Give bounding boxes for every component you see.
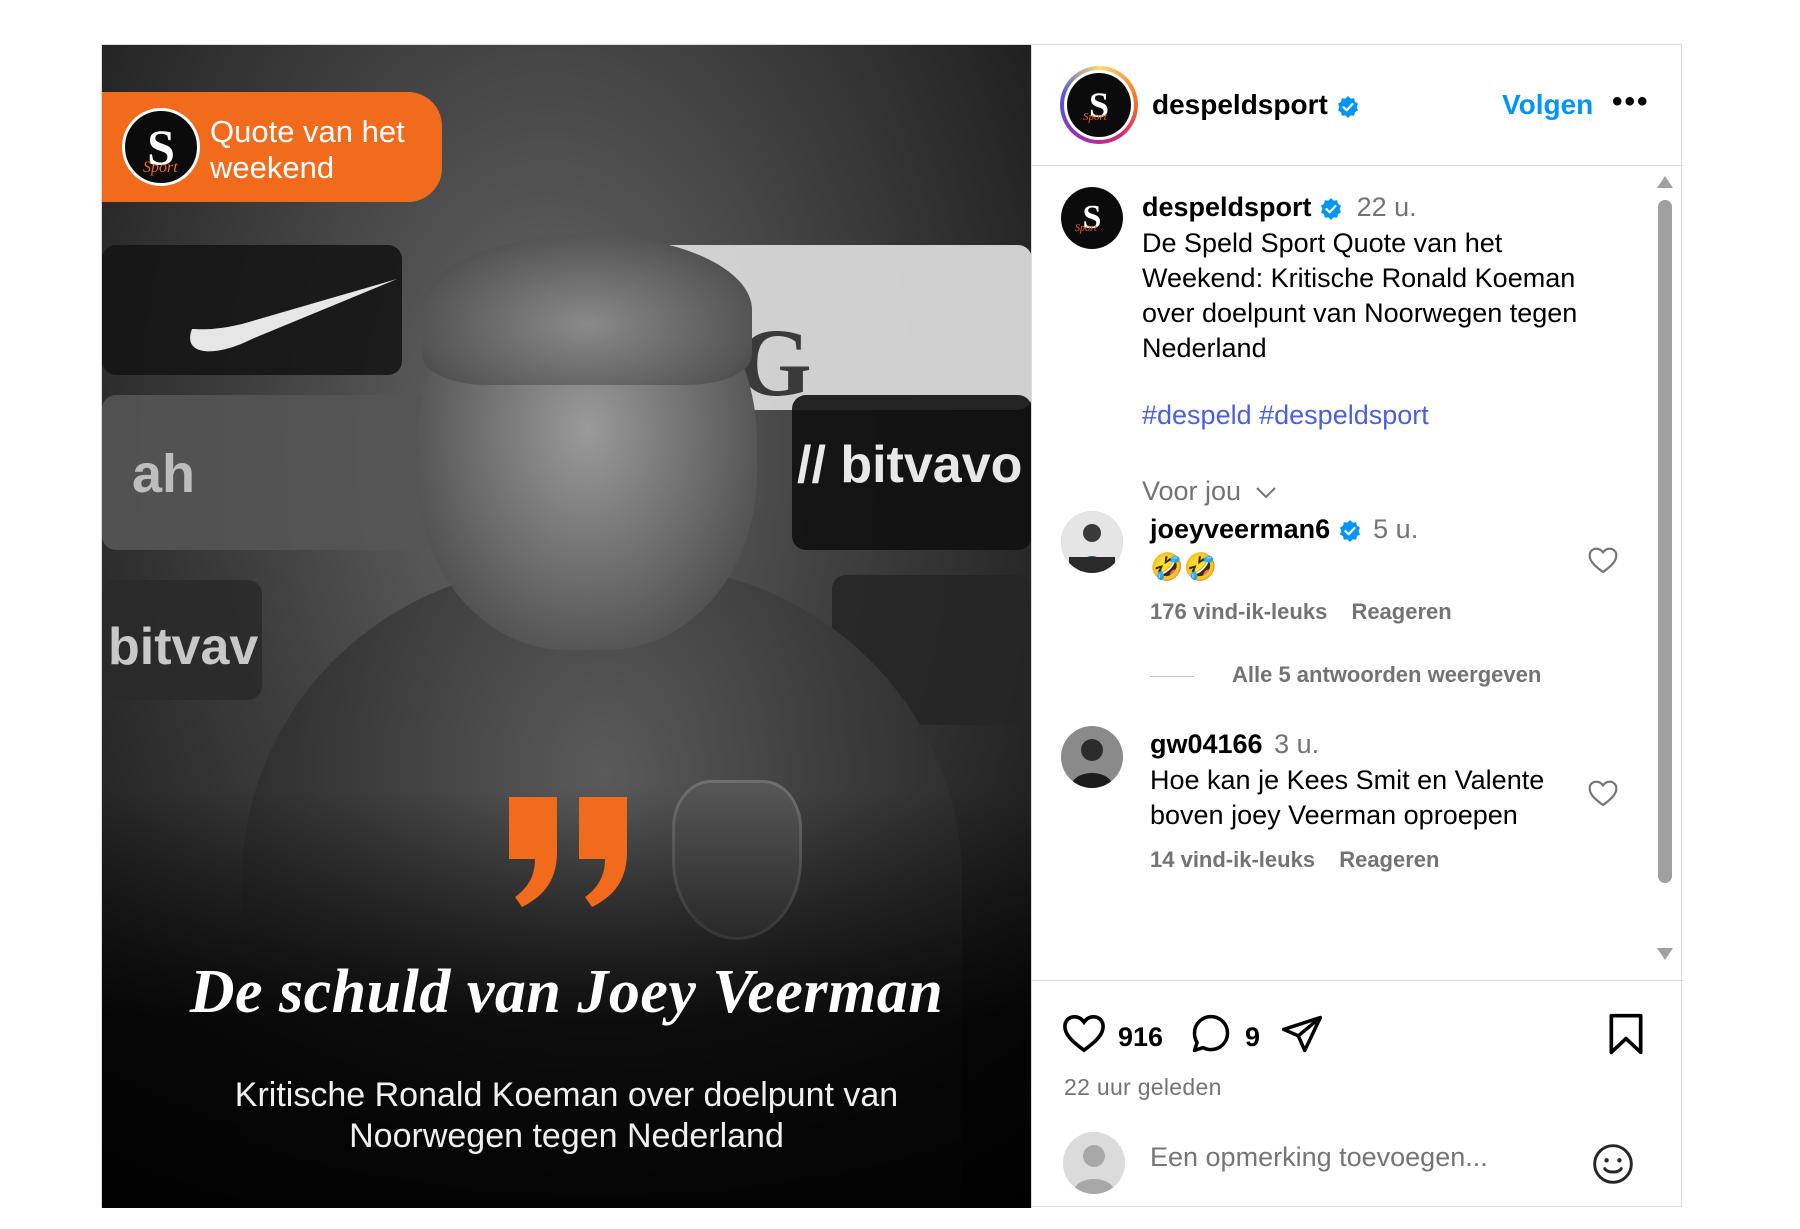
badge-text-line1: Quote van het (210, 114, 405, 149)
default-user-icon (1063, 1132, 1125, 1194)
verified-badge-icon (1337, 95, 1358, 118)
replies-line (1150, 675, 1194, 677)
sort-dropdown-label: Voor jou (1142, 476, 1242, 506)
caption-header: despeldsport 22 u. (1142, 192, 1417, 223)
post-timestamp: 22 uur geleden (1064, 1074, 1222, 1100)
more-options-button[interactable]: ••• (1612, 85, 1650, 119)
comment-text: Hoe kan je Kees Smit en Valente boven jo… (1150, 765, 1545, 830)
quote-badge: S Sport Quote van het weekend (102, 92, 442, 202)
sponsor-bitvavo-partial-text: bitvav (108, 618, 259, 676)
nike-swoosh-icon (190, 279, 397, 352)
comment-username[interactable]: gw04166 (1150, 729, 1263, 759)
person-hair (422, 235, 752, 385)
caption-avatar-script: Sport (1075, 223, 1097, 234)
avatar-photo (1061, 726, 1123, 788)
caption-avatar[interactable]: S Sport (1061, 187, 1123, 249)
verified-badge-icon (1339, 519, 1360, 542)
heart-icon[interactable] (1587, 545, 1619, 575)
caption-avatar-logo: S Sport (1061, 187, 1123, 249)
author-avatar-script: Sport (1083, 111, 1107, 123)
add-comment-input[interactable] (1150, 1142, 1560, 1173)
instagram-post: G ah // bitvavo bitvav S Sport Quote van… (101, 44, 1684, 1208)
reply-button[interactable]: Reageren (1351, 599, 1451, 624)
caption-username[interactable]: despeldsport (1142, 192, 1312, 222)
post-actions: 916 9 22 uur geleden (1032, 982, 1684, 1112)
commenter-avatar[interactable] (1061, 511, 1123, 573)
post-image[interactable]: G ah // bitvavo bitvav S Sport Quote van… (102, 45, 1031, 1208)
comments-section[interactable]: S Sport despeldsport 22 u. De Speld Spor… (1032, 166, 1684, 981)
comment-bubble-icon[interactable] (1189, 1012, 1233, 1056)
view-replies-label: Alle 5 antwoorden weergeven (1232, 662, 1542, 687)
scroll-down-arrow[interactable] (1657, 948, 1673, 960)
add-comment-bar (1032, 1112, 1684, 1208)
author-avatar: S Sport (1067, 73, 1131, 137)
quote-headline: De schuld van Joey Veerman (189, 958, 944, 1026)
sort-dropdown[interactable]: Voor jou (1142, 476, 1277, 507)
hashtag-despeld[interactable]: #despeld (1142, 400, 1252, 430)
comment-username[interactable]: joeyveerman6 (1150, 514, 1330, 544)
comment-header: joeyveerman6 5 u. (1150, 514, 1418, 545)
logo-script: Sport (143, 159, 178, 176)
author-username-text: despeldsport (1152, 89, 1328, 120)
badge-text: Quote van het weekend (210, 114, 405, 186)
caption-time: 22 u. (1356, 192, 1417, 222)
comment-time: 3 u. (1274, 729, 1320, 759)
bookmark-icon[interactable] (1607, 1012, 1645, 1056)
like-count[interactable]: 916 (1118, 1022, 1163, 1053)
hashtag-despeldsport[interactable]: #despeldsport (1259, 400, 1429, 430)
caption-text: De Speld Sport Quote van het Weekend: Kr… (1142, 228, 1578, 363)
follow-button[interactable]: Volgen (1502, 89, 1593, 121)
comment-likes[interactable]: 14 vind-ik-leuks (1150, 847, 1315, 872)
comment-meta: 14 vind-ik-leuks Reageren (1150, 847, 1439, 873)
emoji-icon[interactable] (1591, 1142, 1635, 1186)
like-heart-icon[interactable] (1061, 1012, 1107, 1054)
scroll-up-arrow[interactable] (1657, 176, 1673, 188)
heart-icon[interactable] (1587, 778, 1619, 808)
comment-time: 5 u. (1373, 514, 1419, 544)
post-sidebar: S Sport despeldsport Volgen ••• S Sport … (1031, 45, 1684, 1208)
comment-text: 🤣🤣 (1150, 552, 1218, 582)
view-replies-button[interactable]: Alle 5 antwoorden weergeven (1150, 662, 1541, 688)
current-user-avatar (1063, 1132, 1125, 1194)
post-header: S Sport despeldsport Volgen ••• (1032, 45, 1684, 166)
comment-meta: 176 vind-ik-leuks Reageren (1150, 599, 1452, 625)
comment-header: gw04166 3 u. (1150, 729, 1319, 760)
comment-likes[interactable]: 176 vind-ik-leuks (1150, 599, 1327, 624)
despeld-logo: S Sport (122, 108, 200, 186)
sponsor-bitvavo-text: // bitvavo (797, 436, 1023, 494)
sponsor-bitvavo-label: bitvavo (840, 436, 1023, 494)
chevron-down-icon (1255, 487, 1276, 499)
caption-hashtags: #despeld #despeldsport (1142, 400, 1429, 431)
sponsor-ah-text: ah (132, 444, 196, 504)
verified-badge-icon (1321, 197, 1342, 220)
commenter-avatar[interactable] (1061, 726, 1123, 788)
author-avatar-ring[interactable]: S Sport (1060, 66, 1138, 144)
quote-subline: Kritische Ronald Koeman over doelpunt va… (234, 1076, 899, 1155)
quote-mark-icon (509, 797, 627, 907)
author-username[interactable]: despeldsport (1152, 89, 1360, 121)
comment-count[interactable]: 9 (1245, 1022, 1260, 1053)
avatar-photo (1061, 511, 1123, 573)
badge-text-line2: weekend (210, 150, 335, 185)
share-send-icon[interactable] (1280, 1012, 1324, 1056)
reply-button[interactable]: Reageren (1339, 847, 1439, 872)
scrollbar-thumb[interactable] (1658, 200, 1672, 883)
